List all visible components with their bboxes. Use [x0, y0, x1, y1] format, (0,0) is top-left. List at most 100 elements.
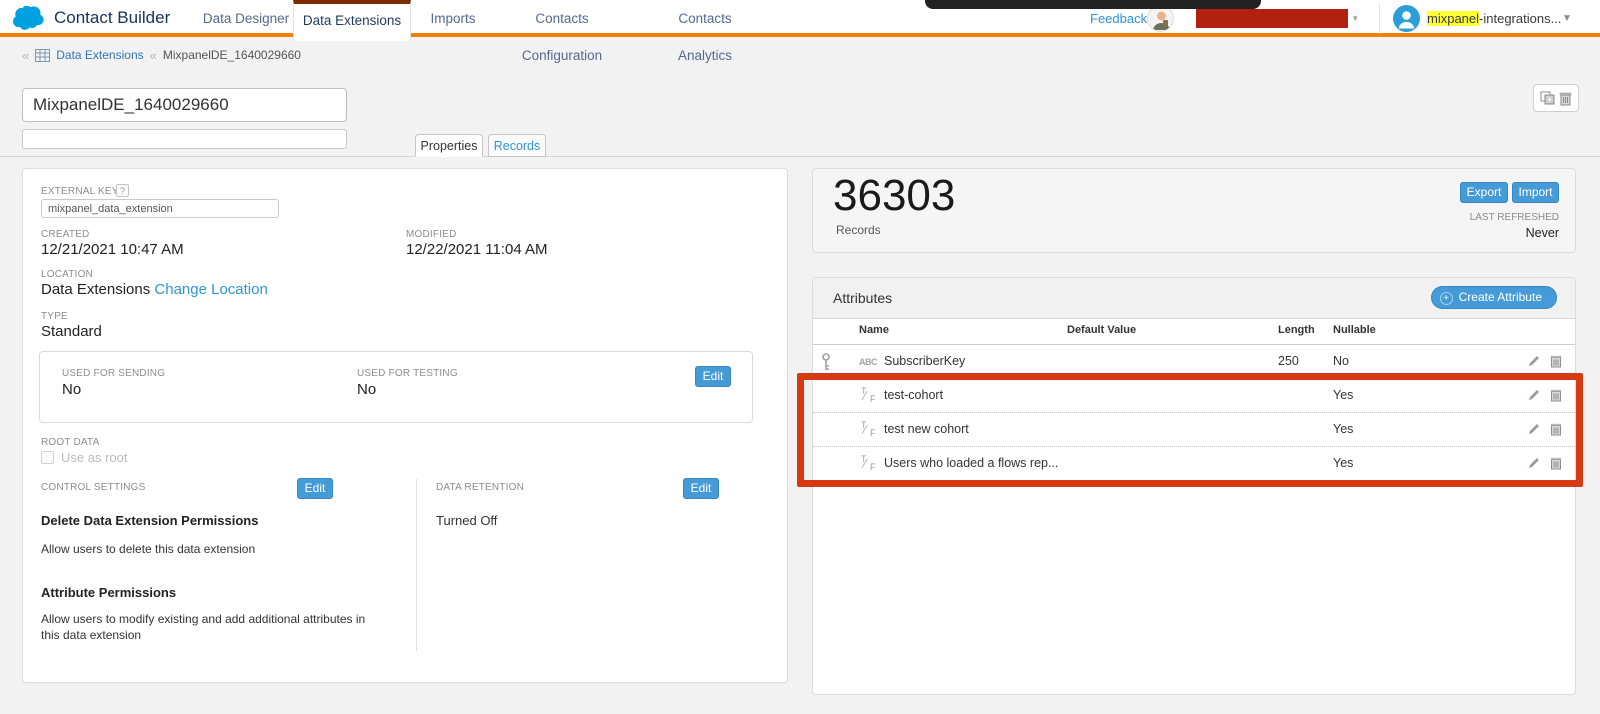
- user-name-highlight: mixpanel: [1427, 11, 1479, 26]
- control-settings-label: CONTROL SETTINGS: [41, 482, 146, 493]
- boolean-type-icon: T⁄F: [861, 386, 877, 404]
- export-button[interactable]: Export: [1460, 182, 1508, 203]
- edit-attribute-icon[interactable]: [1527, 456, 1541, 470]
- type-label: TYPE: [41, 311, 68, 322]
- change-location-link[interactable]: Change Location: [154, 281, 267, 298]
- edit-attribute-icon[interactable]: [1527, 354, 1541, 368]
- column-length: Length: [1278, 324, 1315, 336]
- help-icon[interactable]: ?: [116, 184, 129, 197]
- records-summary-panel: 36303 Records Export Import LAST REFRESH…: [812, 168, 1576, 253]
- user-name-rest: -integrations...: [1479, 11, 1561, 26]
- breadcrumb: « Data Extensions « MixpanelDE_164002966…: [22, 47, 301, 63]
- attribute-name: test-cohort: [884, 388, 943, 402]
- feedback-link[interactable]: Feedback: [1090, 11, 1147, 26]
- type-value: Standard: [41, 323, 102, 340]
- location-value: Data Extensions Change Location: [41, 281, 268, 298]
- nav-tab-contacts-analytics[interactable]: Contacts Analytics: [650, 0, 760, 37]
- location-label: LOCATION: [41, 269, 93, 280]
- last-refreshed-value: Never: [1526, 226, 1559, 240]
- primary-key-icon: [821, 353, 831, 371]
- attribute-name: Users who loaded a flows rep...: [884, 456, 1058, 470]
- table-row: T⁄F test-cohort Yes: [813, 379, 1575, 413]
- properties-panel: EXTERNAL KEY ? CREATED 12/21/2021 10:47 …: [22, 168, 788, 683]
- edit-control-settings-button[interactable]: Edit: [297, 478, 333, 499]
- table-row: T⁄F test new cohort Yes: [813, 413, 1575, 447]
- edit-data-retention-button[interactable]: Edit: [683, 478, 719, 499]
- user-avatar[interactable]: [1393, 5, 1420, 32]
- emoji-avatar[interactable]: [1147, 5, 1174, 32]
- attribute-permissions-desc: Allow users to modify existing and add a…: [41, 611, 381, 643]
- salesforce-cloud-logo[interactable]: [13, 6, 51, 31]
- user-menu-caret-icon[interactable]: ▼: [1562, 13, 1572, 24]
- use-as-root-label: Use as root: [61, 450, 127, 465]
- used-for-sending-value: No: [62, 381, 81, 398]
- redacted-black-bar: [925, 0, 1261, 9]
- text-type-icon: ABC: [859, 357, 877, 367]
- records-count: 36303: [833, 171, 955, 221]
- person-icon: [1393, 5, 1420, 32]
- used-for-testing-value: No: [357, 381, 376, 398]
- attribute-nullable: Yes: [1333, 388, 1353, 402]
- modified-value: 12/22/2021 11:04 AM: [406, 241, 548, 258]
- delete-extension-icon[interactable]: [1559, 91, 1572, 106]
- attributes-column-headers: Name Default Value Length Nullable: [813, 324, 1575, 345]
- top-navbar: Contact Builder Data Designer Data Exten…: [0, 0, 1600, 37]
- copy-extension-icon[interactable]: [1540, 91, 1556, 106]
- breadcrumb-separator-icon: «: [150, 48, 157, 63]
- delete-attribute-icon[interactable]: [1550, 354, 1562, 368]
- attribute-name: SubscriberKey: [884, 354, 965, 368]
- edit-sendable-button[interactable]: Edit: [695, 366, 731, 387]
- breadcrumb-back-icon[interactable]: «: [22, 48, 29, 63]
- attribute-length: 250: [1278, 354, 1299, 368]
- boolean-type-icon: T⁄F: [861, 420, 877, 438]
- plus-icon: +: [1440, 292, 1453, 305]
- column-default-value: Default Value: [1067, 324, 1136, 336]
- user-name[interactable]: mixpanel-integrations...: [1427, 11, 1561, 26]
- attribute-nullable: Yes: [1333, 422, 1353, 436]
- person-photo-icon: [1148, 6, 1174, 32]
- nav-tab-contacts-configuration[interactable]: Contacts Configuration: [494, 0, 630, 37]
- column-name: Name: [859, 324, 889, 336]
- extension-name-input[interactable]: [22, 88, 347, 122]
- external-key-label: EXTERNAL KEY: [41, 186, 119, 197]
- created-label: CREATED: [41, 229, 89, 240]
- boolean-type-icon: T⁄F: [861, 454, 877, 472]
- extension-actions-group: [1533, 84, 1579, 112]
- tab-underline: [0, 156, 1600, 157]
- data-extension-table-icon: [35, 49, 50, 62]
- use-as-root-checkbox: [41, 451, 54, 464]
- root-data-label: ROOT DATA: [41, 437, 99, 448]
- data-retention-value: Turned Off: [436, 513, 497, 528]
- delete-attribute-icon[interactable]: [1550, 422, 1562, 436]
- app-title: Contact Builder: [54, 8, 170, 28]
- external-key-input[interactable]: [41, 199, 279, 218]
- nav-tab-data-designer[interactable]: Data Designer: [200, 0, 292, 37]
- records-label: Records: [836, 223, 881, 237]
- redacted-red-bar: [1196, 9, 1348, 28]
- column-nullable: Nullable: [1333, 324, 1376, 336]
- delete-permissions-desc: Allow users to delete this data extensio…: [41, 542, 255, 556]
- nav-tab-imports[interactable]: Imports: [425, 0, 481, 37]
- delete-permissions-title: Delete Data Extension Permissions: [41, 513, 258, 528]
- attributes-panel: Attributes +Create Attribute Name Defaul…: [812, 277, 1576, 695]
- tab-properties[interactable]: Properties: [415, 134, 483, 157]
- edit-attribute-icon[interactable]: [1527, 422, 1541, 436]
- attribute-nullable: No: [1333, 354, 1349, 368]
- created-value: 12/21/2021 10:47 AM: [41, 241, 184, 258]
- import-button[interactable]: Import: [1512, 182, 1559, 203]
- extension-description-input[interactable]: [22, 129, 347, 149]
- used-for-sending-label: USED FOR SENDING: [62, 368, 165, 379]
- breadcrumb-data-extensions-link[interactable]: Data Extensions: [56, 48, 143, 62]
- modified-label: MODIFIED: [406, 229, 457, 240]
- edit-attribute-icon[interactable]: [1527, 388, 1541, 402]
- create-attribute-button[interactable]: +Create Attribute: [1431, 286, 1557, 309]
- table-row: T⁄F Users who loaded a flows rep... Yes: [813, 447, 1575, 481]
- nav-tab-data-extensions[interactable]: Data Extensions: [293, 0, 411, 41]
- attributes-title: Attributes: [833, 290, 892, 306]
- delete-attribute-icon[interactable]: [1550, 456, 1562, 470]
- tab-records[interactable]: Records: [488, 134, 546, 157]
- account-caret-icon[interactable]: ▾: [1353, 13, 1358, 24]
- attribute-name: test new cohort: [884, 422, 969, 436]
- delete-attribute-icon[interactable]: [1550, 388, 1562, 402]
- attribute-nullable: Yes: [1333, 456, 1353, 470]
